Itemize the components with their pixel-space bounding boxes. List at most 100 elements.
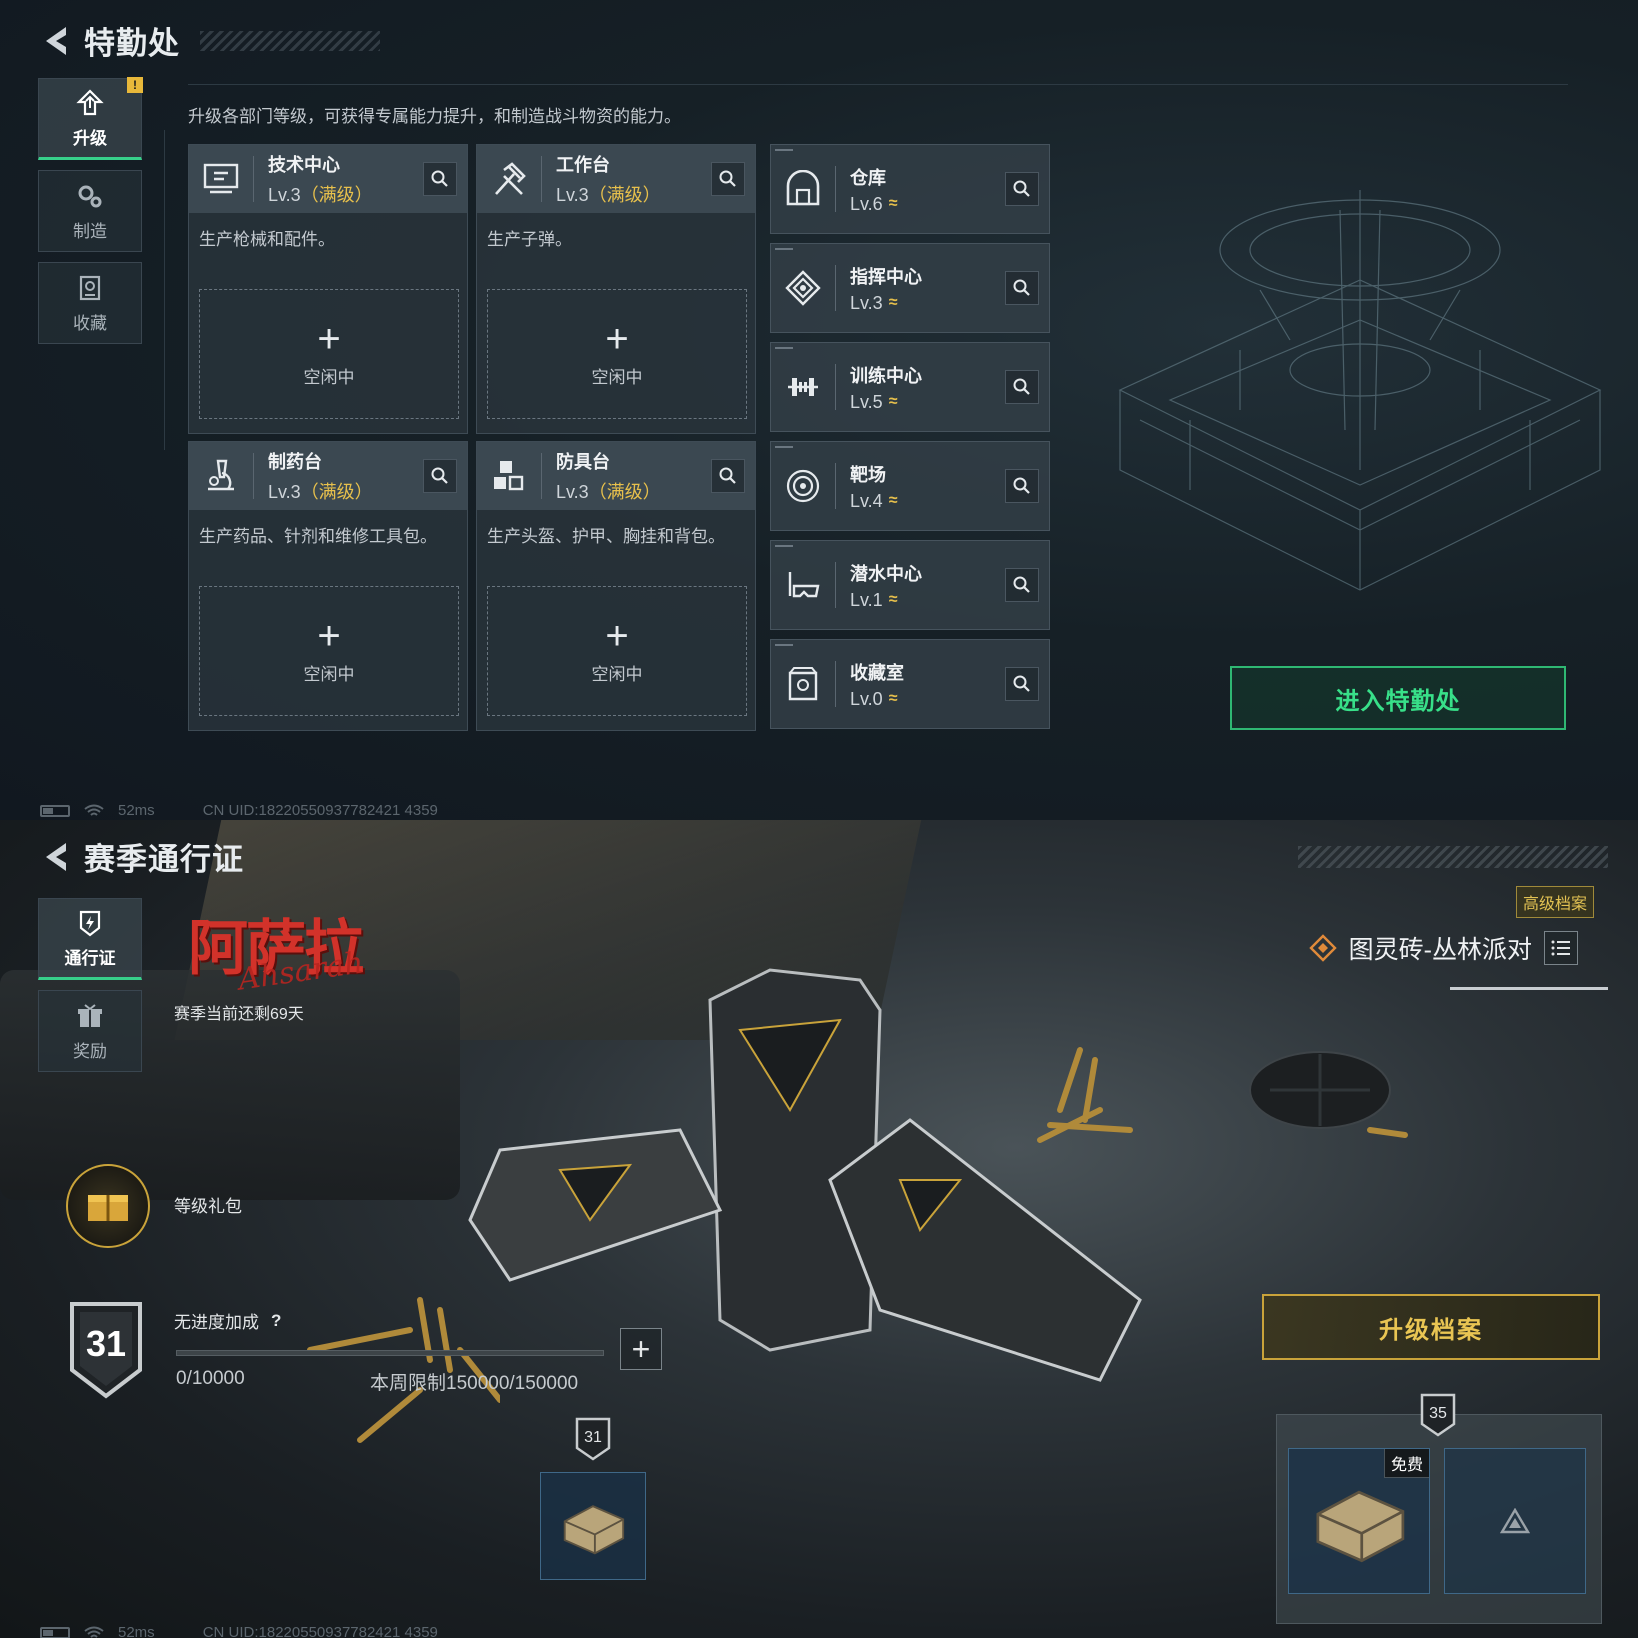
magnifier-icon <box>1013 378 1030 395</box>
nav-pass[interactable]: 通行证 <box>38 898 142 980</box>
enter-special-ops-button[interactable]: 进入特勤处 <box>1230 666 1566 730</box>
wifi-icon <box>84 804 104 816</box>
weekly-limit: 本周限制150000/150000 <box>370 1373 579 1394</box>
dive-mask-icon <box>788 572 820 598</box>
progress-bonus: 无进度加成 ? <box>174 1308 281 1333</box>
divider <box>164 130 165 450</box>
department-warehouse[interactable]: 仓库 Lv.6 ≈ <box>770 144 1050 234</box>
gift-icon <box>78 1003 102 1027</box>
department-shooting-range[interactable]: 靶场 Lv.4 ≈ <box>770 441 1050 531</box>
department-collection-room[interactable]: 收藏室 Lv.0 ≈ <box>770 639 1050 729</box>
help-icon[interactable]: ? <box>271 1311 281 1331</box>
department-name: 潜水中心 <box>850 563 922 584</box>
collection-icon <box>79 275 101 300</box>
back-arrow-icon <box>46 842 66 871</box>
reward-slot-current[interactable] <box>540 1472 646 1580</box>
magnifier-icon <box>1013 477 1030 494</box>
nav-rewards[interactable]: 奖励 <box>38 990 142 1072</box>
department-name: 训练中心 <box>850 365 922 386</box>
premium-tier-icon <box>1500 1508 1530 1534</box>
ping: 52ms <box>118 1624 155 1638</box>
upgrade-pass-button[interactable]: 升级档案 <box>1262 1294 1600 1360</box>
upgrade-available-icon: ≈ <box>888 492 898 509</box>
slot-status: 空闲中 <box>303 367 355 387</box>
level-number: 31 <box>86 1323 126 1364</box>
card-level: Lv.3 <box>268 482 301 502</box>
production-slot[interactable]: + 空闲中 <box>199 289 459 419</box>
title-decoration <box>200 30 380 51</box>
status-bar: 52ms CN UID:18220550937782421 4359 <box>40 802 438 819</box>
back-button[interactable] <box>40 839 70 875</box>
diamond-icon <box>1308 934 1337 962</box>
inspect-button[interactable] <box>711 162 745 196</box>
production-slot[interactable]: + 空闲中 <box>487 289 747 419</box>
inspect-button[interactable] <box>1005 370 1039 404</box>
user-uid: CN UID:18220550937782421 4359 <box>202 802 438 819</box>
base-hologram-art <box>1118 190 1602 591</box>
card-description: 生产药品、针剂和维修工具包。 <box>199 527 437 546</box>
microscope-icon <box>208 459 234 491</box>
production-slot[interactable]: + 空闲中 <box>487 586 747 716</box>
header: 特勤处 <box>40 18 380 63</box>
department-training-center[interactable]: 训练中心 Lv.5 ≈ <box>770 342 1050 432</box>
level-badge: 31 <box>70 1302 142 1399</box>
card-header: 技术中心 Lv.3（满级） <box>189 145 467 213</box>
pass-name: 图灵砖-丛林派对 <box>1348 936 1532 964</box>
back-button[interactable] <box>40 23 70 59</box>
card-name: 制药台 <box>268 452 322 472</box>
slot-status: 空闲中 <box>591 664 643 684</box>
production-card-tech-center: 技术中心 Lv.3（满级） 生产枪械和配件。 + 空闲中 <box>188 144 468 434</box>
department-name: 靶场 <box>850 464 886 485</box>
magnifier-icon <box>1013 180 1030 197</box>
production-slot[interactable]: + 空闲中 <box>199 586 459 716</box>
inspect-button[interactable] <box>1005 667 1039 701</box>
list-icon <box>1551 940 1570 956</box>
upgrade-available-icon: ≈ <box>888 294 898 311</box>
card-level: Lv.3 <box>556 185 589 205</box>
command-icon <box>785 270 821 306</box>
card-description: 生产枪械和配件。 <box>199 230 335 249</box>
tier-number: 35 <box>1429 1405 1447 1422</box>
nav-label: 收藏 <box>73 313 107 333</box>
reward-slot-free[interactable]: 免费 <box>1288 1448 1430 1594</box>
department-dive-center[interactable]: 潜水中心 Lv.1 ≈ <box>770 540 1050 630</box>
nav-collection[interactable]: 收藏 <box>38 262 142 344</box>
department-name: 仓库 <box>850 167 886 188</box>
buy-levels-button[interactable]: + <box>620 1328 662 1370</box>
header-decoration <box>1298 846 1608 868</box>
inspect-button[interactable] <box>423 459 457 493</box>
dumbbell-icon <box>788 378 818 396</box>
level-gift-button[interactable] <box>66 1164 150 1248</box>
xp-value: 0/10000 <box>176 1368 245 1389</box>
grenade-prop <box>1249 1051 1408 1138</box>
nav-upgrade[interactable]: ! 升级 <box>38 77 143 160</box>
max-level-tag: （满级） <box>588 185 661 205</box>
inspect-button[interactable] <box>1005 271 1039 305</box>
nav-label: 奖励 <box>73 1041 107 1061</box>
list-button[interactable] <box>1544 931 1578 965</box>
side-nav: ! 升级 制造 收藏 <box>38 77 143 344</box>
inspect-button[interactable] <box>1005 172 1039 206</box>
tier-marker-current: 31 <box>575 1417 611 1461</box>
nav-craft[interactable]: 制造 <box>38 170 142 252</box>
card-header: 制药台 Lv.3（满级） <box>189 442 467 510</box>
tier-marker-next: 35 <box>1420 1393 1456 1437</box>
inspect-button[interactable] <box>1005 469 1039 503</box>
card-description: 生产子弹。 <box>487 230 572 249</box>
upgrade-available-icon: ≈ <box>888 591 898 608</box>
card-header: 防具台 Lv.3（满级） <box>477 442 755 510</box>
department-command-center[interactable]: 指挥中心 Lv.3 ≈ <box>770 243 1050 333</box>
vault-icon <box>788 667 818 701</box>
reward-slot-premium[interactable] <box>1444 1448 1586 1594</box>
pass-selector[interactable]: 图灵砖-丛林派对 <box>1308 930 1578 966</box>
department-level: Lv.5 <box>850 391 883 412</box>
department-level: Lv.6 <box>850 193 883 214</box>
inspect-button[interactable] <box>423 162 457 196</box>
inspect-button[interactable] <box>1005 568 1039 602</box>
battery-icon <box>40 804 70 817</box>
back-arrow-icon <box>46 26 66 55</box>
page-title: 赛季通行证 <box>84 842 244 877</box>
battery-icon <box>40 1626 70 1638</box>
inspect-button[interactable] <box>711 459 745 493</box>
no-bonus-label: 无进度加成 <box>174 1313 259 1332</box>
